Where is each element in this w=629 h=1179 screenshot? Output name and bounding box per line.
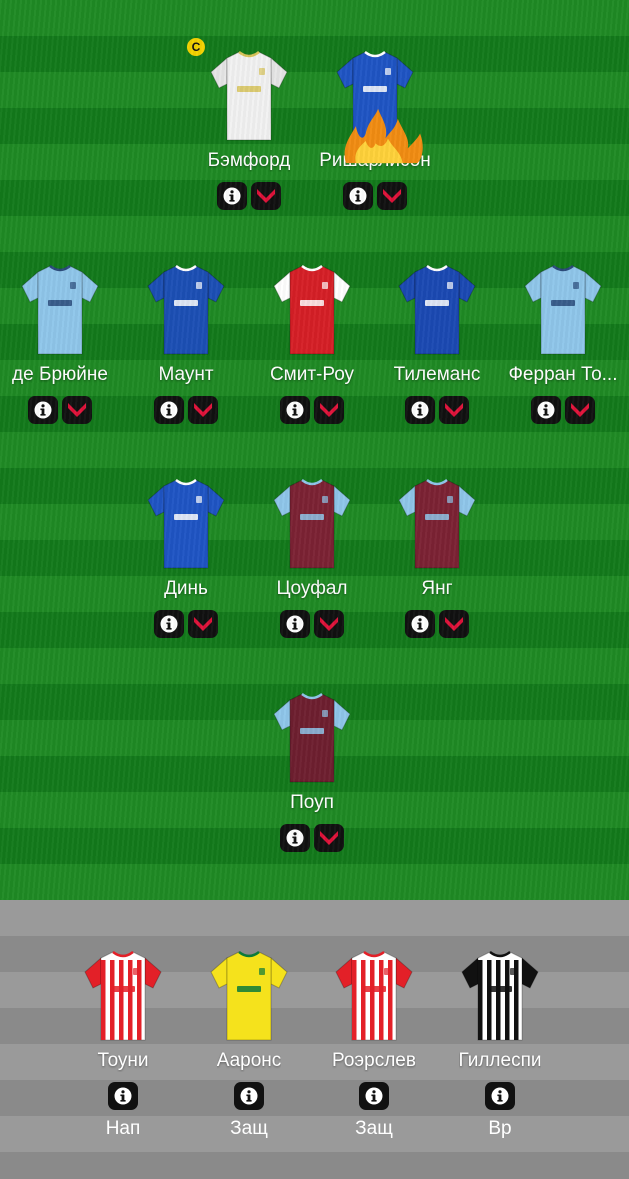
position-label: Нап <box>105 1118 141 1139</box>
shirt <box>207 950 291 1042</box>
player-name: Роэрслев <box>332 1050 416 1071</box>
info-icon[interactable] <box>531 396 561 424</box>
player-name: Ааронс <box>216 1050 282 1071</box>
player-name: Маунт <box>158 364 214 385</box>
info-icon[interactable] <box>217 182 247 210</box>
shirt <box>395 264 479 356</box>
player-name: Тилеманс <box>393 364 481 385</box>
bench: Тоуни Нап Ааронс Защ Роэрслев Защ Гиллес… <box>0 900 629 1179</box>
shirt <box>332 950 416 1042</box>
shirt <box>395 478 479 570</box>
player-card[interactable]: Тилеманс <box>374 264 500 424</box>
player-name: де Брюйне <box>12 364 108 385</box>
shirt <box>333 50 423 164</box>
captain-badge: C <box>187 38 205 56</box>
chevron-down-icon[interactable] <box>314 610 344 638</box>
player-name: Ферран То... <box>508 364 618 385</box>
player-card[interactable]: Поуп <box>249 692 375 852</box>
chevron-down-icon[interactable] <box>188 396 218 424</box>
player-card[interactable]: де Брюйне <box>0 264 123 424</box>
shirt <box>270 264 354 356</box>
info-icon[interactable] <box>359 1082 389 1110</box>
player-card[interactable]: Цоуфал <box>249 478 375 638</box>
bench-player-card[interactable]: Роэрслев Защ <box>311 950 437 1140</box>
position-label: Защ <box>355 1118 393 1139</box>
player-name: Цоуфал <box>276 578 348 599</box>
shirt: C <box>187 38 291 142</box>
position-label: Вр <box>488 1118 512 1139</box>
position-label: Защ <box>230 1118 268 1139</box>
player-card[interactable]: Янг <box>374 478 500 638</box>
player-card[interactable]: Маунт <box>123 264 249 424</box>
chevron-down-icon[interactable] <box>377 182 407 210</box>
chevron-down-icon[interactable] <box>62 396 92 424</box>
shirt <box>144 264 228 356</box>
shirt <box>144 478 228 570</box>
info-icon[interactable] <box>154 396 184 424</box>
player-name: Динь <box>164 578 208 599</box>
info-icon[interactable] <box>405 396 435 424</box>
pitch: C Бэмфорд Ришарлисон <box>0 0 629 900</box>
player-name: Тоуни <box>97 1050 149 1071</box>
info-icon[interactable] <box>280 610 310 638</box>
chevron-down-icon[interactable] <box>251 182 281 210</box>
info-icon[interactable] <box>485 1082 515 1110</box>
info-icon[interactable] <box>280 396 310 424</box>
info-icon[interactable] <box>343 182 373 210</box>
player-name: Поуп <box>290 792 334 813</box>
player-card[interactable]: Ферран То... <box>500 264 626 424</box>
player-name: Смит-Роу <box>269 364 355 385</box>
player-card[interactable]: Смит-Роу <box>249 264 375 424</box>
player-card[interactable]: Динь <box>123 478 249 638</box>
shirt <box>458 950 542 1042</box>
info-icon[interactable] <box>405 610 435 638</box>
player-name: Бэмфорд <box>207 150 291 171</box>
chevron-down-icon[interactable] <box>314 824 344 852</box>
info-icon[interactable] <box>154 610 184 638</box>
chevron-down-icon[interactable] <box>439 396 469 424</box>
info-icon[interactable] <box>280 824 310 852</box>
info-icon[interactable] <box>234 1082 264 1110</box>
shirt <box>81 950 165 1042</box>
info-icon[interactable] <box>108 1082 138 1110</box>
player-card[interactable]: C Бэмфорд <box>186 38 312 210</box>
chevron-down-icon[interactable] <box>439 610 469 638</box>
chevron-down-icon[interactable] <box>565 396 595 424</box>
player-card[interactable]: Ришарлисон <box>312 50 438 210</box>
chevron-down-icon[interactable] <box>314 396 344 424</box>
player-name: Янг <box>421 578 453 599</box>
shirt <box>270 478 354 570</box>
bench-player-card[interactable]: Ааронс Защ <box>186 950 312 1140</box>
player-name: Гиллеспи <box>458 1050 542 1071</box>
info-icon[interactable] <box>28 396 58 424</box>
bench-player-card[interactable]: Гиллеспи Вр <box>437 950 563 1140</box>
bench-player-card[interactable]: Тоуни Нап <box>60 950 186 1140</box>
fire-icon <box>344 108 423 164</box>
chevron-down-icon[interactable] <box>188 610 218 638</box>
shirt <box>521 264 605 356</box>
shirt <box>18 264 102 356</box>
shirt <box>270 692 354 784</box>
